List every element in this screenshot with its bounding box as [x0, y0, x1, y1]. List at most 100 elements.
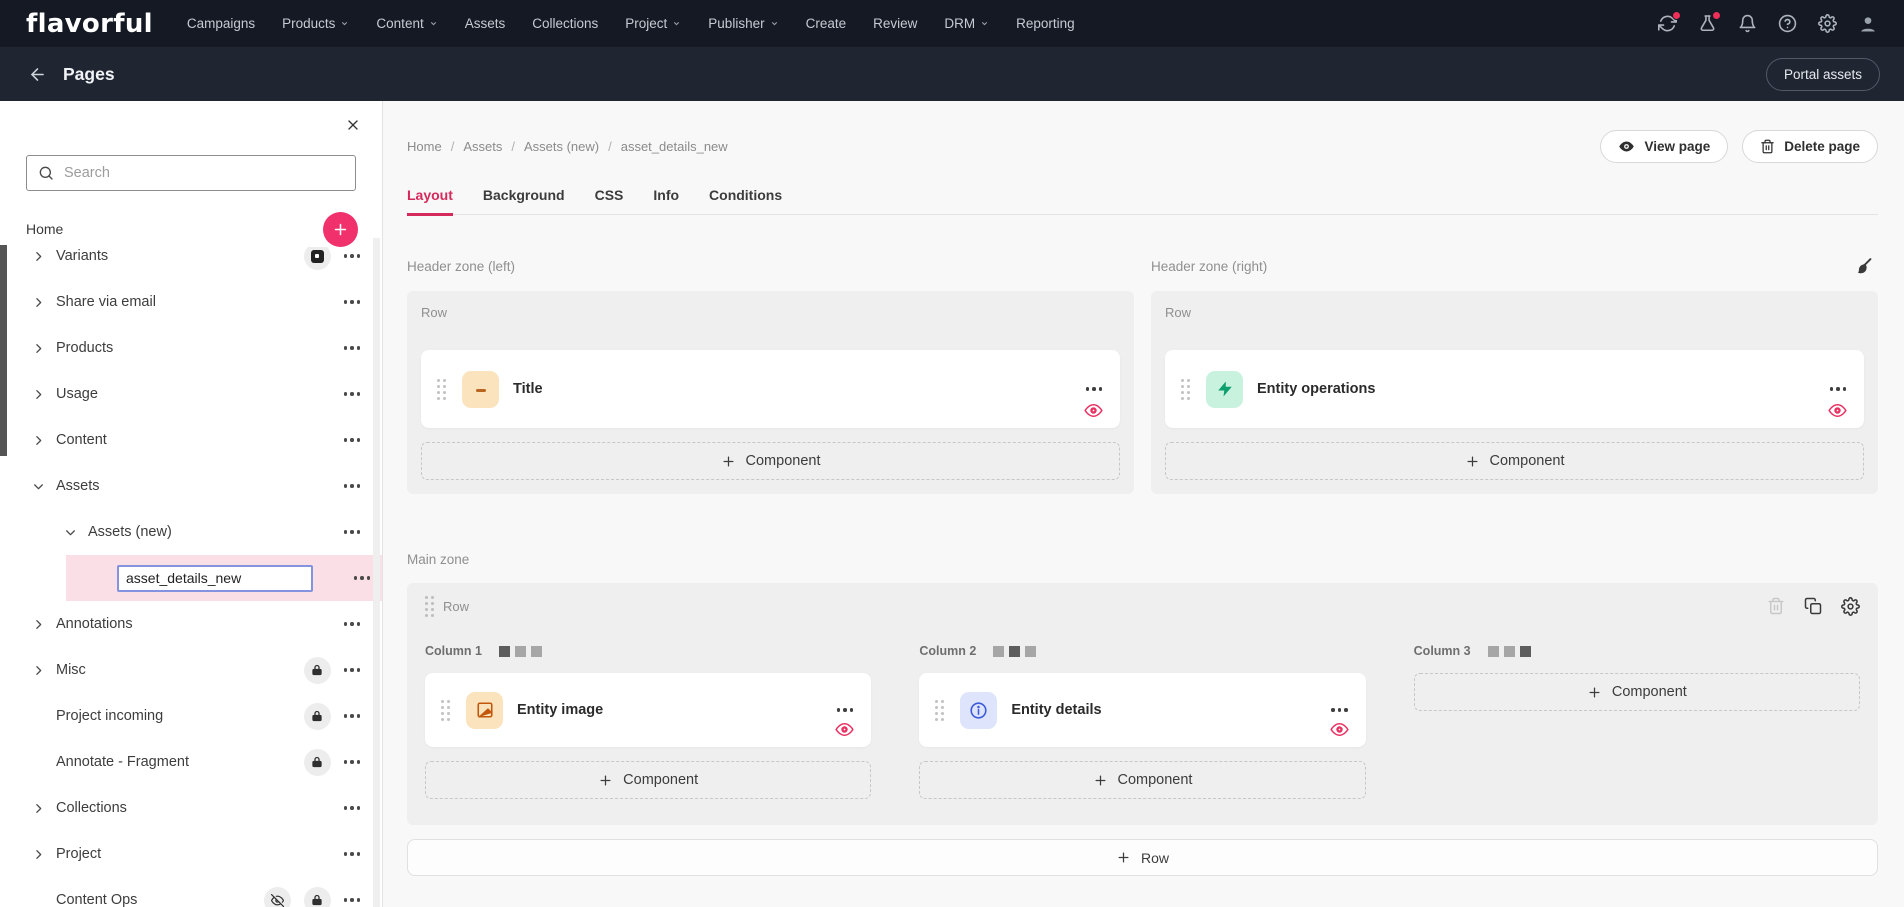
help-icon[interactable]: [1778, 14, 1797, 33]
more-menu-button[interactable]: [344, 806, 361, 810]
chevron-right-icon[interactable]: [32, 848, 45, 861]
nav-item-campaigns[interactable]: Campaigns: [187, 16, 255, 31]
drag-handle-icon[interactable]: [1181, 379, 1190, 400]
drag-handle-icon[interactable]: [437, 379, 446, 400]
nav-item-publisher[interactable]: Publisher: [708, 16, 778, 31]
sidebar-item-asset-details-new[interactable]: [66, 555, 382, 601]
more-menu-button[interactable]: [344, 484, 361, 488]
column-width-selector[interactable]: [499, 646, 542, 657]
nav-item-drm[interactable]: DRM: [944, 16, 989, 31]
component-card-title[interactable]: Title: [421, 350, 1120, 428]
more-menu-button[interactable]: [344, 622, 361, 626]
drag-handle-icon[interactable]: [935, 700, 944, 721]
search-input[interactable]: [64, 165, 344, 181]
nav-item-reporting[interactable]: Reporting: [1016, 16, 1075, 31]
nav-item-products[interactable]: Products: [282, 16, 349, 31]
add-row-button[interactable]: Row: [407, 839, 1878, 876]
nav-item-content[interactable]: Content: [376, 16, 437, 31]
view-page-button[interactable]: View page: [1600, 130, 1728, 163]
tab-css[interactable]: CSS: [595, 187, 624, 216]
sidebar-item-assets-new[interactable]: Assets (new): [0, 509, 382, 555]
breadcrumb-home[interactable]: Home: [407, 139, 442, 154]
component-card-entity-operations[interactable]: Entity operations: [1165, 350, 1864, 428]
visibility-eye-icon[interactable]: [1084, 401, 1103, 420]
more-menu-button[interactable]: [344, 300, 361, 304]
nav-item-review[interactable]: Review: [873, 16, 917, 31]
sidebar-scrollbar-thumb[interactable]: [0, 245, 7, 456]
drag-handle-icon[interactable]: [441, 700, 450, 721]
more-menu-button[interactable]: [344, 898, 361, 902]
sidebar-item-annotate-fragment[interactable]: Annotate - Fragment: [0, 739, 382, 785]
add-component-button[interactable]: Component: [425, 761, 871, 799]
visibility-eye-icon[interactable]: [835, 720, 854, 739]
brand-logo[interactable]: flavorful: [26, 9, 153, 39]
chevron-right-icon[interactable]: [32, 342, 45, 355]
add-component-button[interactable]: Component: [1165, 442, 1864, 480]
drag-handle-icon[interactable]: [425, 596, 434, 617]
component-card-entity-details[interactable]: Entity details: [919, 673, 1365, 747]
row-settings-icon[interactable]: [1841, 597, 1860, 616]
duplicate-row-icon[interactable]: [1804, 597, 1822, 615]
sidebar-item-share-via-email[interactable]: Share via email: [0, 279, 382, 325]
sidebar-item-content-ops[interactable]: Content Ops: [0, 877, 382, 907]
sidebar-item-assets[interactable]: Assets: [0, 463, 382, 509]
chevron-right-icon[interactable]: [32, 250, 45, 263]
tab-info[interactable]: Info: [653, 187, 679, 216]
breadcrumb-assets[interactable]: Assets: [463, 139, 502, 154]
more-menu-button[interactable]: [344, 714, 361, 718]
close-icon[interactable]: [345, 117, 361, 133]
chevron-right-icon[interactable]: [32, 434, 45, 447]
delete-page-button[interactable]: Delete page: [1742, 130, 1878, 163]
component-menu-button[interactable]: [837, 708, 854, 712]
chevron-right-icon[interactable]: [32, 618, 45, 631]
component-menu-button[interactable]: [1331, 708, 1348, 712]
nav-item-create[interactable]: Create: [806, 16, 847, 31]
chevron-down-icon[interactable]: [64, 526, 77, 539]
chevron-right-icon[interactable]: [32, 388, 45, 401]
column-width-selector[interactable]: [993, 646, 1036, 657]
sidebar-item-content[interactable]: Content: [0, 417, 382, 463]
nav-item-collections[interactable]: Collections: [532, 16, 598, 31]
visibility-eye-icon[interactable]: [1828, 401, 1847, 420]
component-card-entity-image[interactable]: Entity image: [425, 673, 871, 747]
more-menu-button[interactable]: [344, 760, 361, 764]
broom-icon[interactable]: [1853, 256, 1874, 277]
chevron-right-icon[interactable]: [32, 296, 45, 309]
back-arrow-icon[interactable]: [28, 65, 47, 84]
flask-icon[interactable]: [1698, 14, 1717, 33]
sidebar-item-project[interactable]: Project: [0, 831, 382, 877]
sidebar-item-project-incoming[interactable]: Project incoming: [0, 693, 382, 739]
bell-icon[interactable]: [1738, 14, 1757, 33]
chevron-right-icon[interactable]: [32, 802, 45, 815]
more-menu-button[interactable]: [344, 254, 361, 258]
home-label[interactable]: Home: [26, 221, 63, 237]
user-icon[interactable]: [1858, 14, 1878, 34]
component-menu-button[interactable]: [1830, 387, 1847, 391]
sidebar-item-misc[interactable]: Misc: [0, 647, 382, 693]
settings-icon[interactable]: [1818, 14, 1837, 33]
add-component-button[interactable]: Component: [919, 761, 1365, 799]
nav-item-project[interactable]: Project: [625, 16, 681, 31]
rename-page-input[interactable]: [117, 565, 313, 592]
tab-conditions[interactable]: Conditions: [709, 187, 782, 216]
sidebar-item-variants[interactable]: Variants: [0, 247, 382, 279]
delete-row-icon[interactable]: [1767, 597, 1785, 615]
more-menu-button[interactable]: [344, 668, 361, 672]
more-menu-button[interactable]: [344, 852, 361, 856]
sidebar-item-collections[interactable]: Collections: [0, 785, 382, 831]
sidebar-item-usage[interactable]: Usage: [0, 371, 382, 417]
more-menu-button[interactable]: [344, 346, 361, 350]
more-menu-button[interactable]: [344, 438, 361, 442]
add-component-button[interactable]: Component: [1414, 673, 1860, 711]
visibility-eye-icon[interactable]: [1330, 720, 1349, 739]
column-width-selector[interactable]: [1488, 646, 1531, 657]
add-component-button[interactable]: Component: [421, 442, 1120, 480]
chevron-right-icon[interactable]: [32, 664, 45, 677]
refresh-icon[interactable]: [1658, 14, 1677, 33]
more-menu-button[interactable]: [344, 530, 361, 534]
more-menu-button[interactable]: [354, 576, 371, 580]
tab-layout[interactable]: Layout: [407, 187, 453, 216]
portal-assets-button[interactable]: Portal assets: [1766, 58, 1880, 91]
breadcrumb-assets-new[interactable]: Assets (new): [524, 139, 599, 154]
nav-item-assets[interactable]: Assets: [465, 16, 506, 31]
